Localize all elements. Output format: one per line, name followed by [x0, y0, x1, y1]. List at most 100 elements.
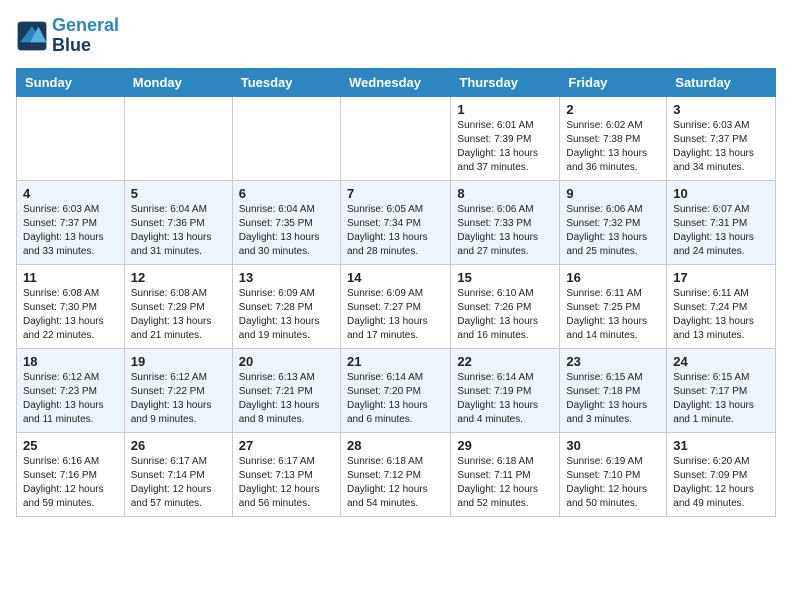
- logo-icon: [16, 20, 48, 52]
- calendar-cell: [340, 96, 450, 180]
- calendar-cell: 27Sunrise: 6:17 AM Sunset: 7:13 PM Dayli…: [232, 432, 340, 516]
- col-header-thursday: Thursday: [451, 68, 560, 96]
- day-number: 29: [457, 438, 553, 453]
- calendar-cell: 15 Sunrise: 6:10 AM Sunset: 7:26 PM Dayli…: [451, 264, 560, 348]
- calendar-cell: 26Sunrise: 6:17 AM Sunset: 7:14 PM Dayli…: [124, 432, 232, 516]
- day-info: Sunrise: 6:14 AM Sunset: 7:19 PM Dayligh…: [457, 371, 553, 427]
- calendar-cell: 31 Sunrise: 6:20 AM Sunset: 7:09 PM Dayli…: [667, 432, 776, 516]
- logo: General Blue: [16, 16, 119, 56]
- calendar-cell: 21 Sunrise: 6:14 AM Sunset: 7:20 PM Dayli…: [340, 348, 450, 432]
- page-header: General Blue: [16, 16, 776, 56]
- day-info: Sunrise: 6:18 AM Sunset: 7:12 PM Dayligh…: [347, 455, 444, 511]
- day-info: Sunrise: 6:06 AM Sunset: 7:33 PM Dayligh…: [457, 203, 553, 259]
- day-number: 16: [566, 270, 660, 285]
- calendar-week-5: 25 Sunrise: 6:16 AM Sunset: 7:16 PM Dayli…: [17, 432, 776, 516]
- calendar-cell: 17 Sunrise: 6:11 AM Sunset: 7:24 PM Dayli…: [667, 264, 776, 348]
- day-number: 6: [239, 186, 334, 201]
- calendar-week-2: 4 Sunrise: 6:03 AM Sunset: 7:37 PM Daylig…: [17, 180, 776, 264]
- calendar-cell: 20 Sunrise: 6:13 AM Sunset: 7:21 PM Dayli…: [232, 348, 340, 432]
- calendar-cell: 4 Sunrise: 6:03 AM Sunset: 7:37 PM Daylig…: [17, 180, 125, 264]
- calendar-cell: 24 Sunrise: 6:15 AM Sunset: 7:17 PM Dayli…: [667, 348, 776, 432]
- day-number: 10: [673, 186, 769, 201]
- day-number: 30: [566, 438, 660, 453]
- day-number: 12: [131, 270, 226, 285]
- calendar-cell: 9 Sunrise: 6:06 AM Sunset: 7:32 PM Daylig…: [560, 180, 667, 264]
- day-info: Sunrise: 6:16 AM Sunset: 7:16 PM Dayligh…: [23, 455, 118, 511]
- day-info: Sunrise: 6:20 AM Sunset: 7:09 PM Dayligh…: [673, 455, 769, 511]
- day-number: 7: [347, 186, 444, 201]
- day-info: Sunrise: 6:10 AM Sunset: 7:26 PM Dayligh…: [457, 287, 553, 343]
- calendar-cell: 2 Sunrise: 6:02 AM Sunset: 7:38 PM Daylig…: [560, 96, 667, 180]
- calendar-cell: [17, 96, 125, 180]
- day-number: 13: [239, 270, 334, 285]
- col-header-saturday: Saturday: [667, 68, 776, 96]
- day-info: Sunrise: 6:12 AM Sunset: 7:23 PM Dayligh…: [23, 371, 118, 427]
- day-number: 14: [347, 270, 444, 285]
- day-info: Sunrise: 6:04 AM Sunset: 7:35 PM Dayligh…: [239, 203, 334, 259]
- day-info: Sunrise: 6:13 AM Sunset: 7:21 PM Dayligh…: [239, 371, 334, 427]
- day-number: 19: [131, 354, 226, 369]
- day-info: Sunrise: 6:09 AM Sunset: 7:28 PM Dayligh…: [239, 287, 334, 343]
- day-info: Sunrise: 6:11 AM Sunset: 7:25 PM Dayligh…: [566, 287, 660, 343]
- day-info: Sunrise: 6:06 AM Sunset: 7:32 PM Dayligh…: [566, 203, 660, 259]
- day-info: Sunrise: 6:02 AM Sunset: 7:38 PM Dayligh…: [566, 119, 660, 175]
- calendar-week-3: 11Sunrise: 6:08 AM Sunset: 7:30 PM Dayli…: [17, 264, 776, 348]
- day-number: 25: [23, 438, 118, 453]
- day-info: Sunrise: 6:14 AM Sunset: 7:20 PM Dayligh…: [347, 371, 444, 427]
- day-info: Sunrise: 6:15 AM Sunset: 7:17 PM Dayligh…: [673, 371, 769, 427]
- col-header-tuesday: Tuesday: [232, 68, 340, 96]
- day-number: 21: [347, 354, 444, 369]
- day-info: Sunrise: 6:08 AM Sunset: 7:30 PM Dayligh…: [23, 287, 118, 343]
- day-info: Sunrise: 6:17 AM Sunset: 7:14 PM Dayligh…: [131, 455, 226, 511]
- calendar-cell: [232, 96, 340, 180]
- calendar-cell: 23Sunrise: 6:15 AM Sunset: 7:18 PM Dayli…: [560, 348, 667, 432]
- day-number: 5: [131, 186, 226, 201]
- col-header-monday: Monday: [124, 68, 232, 96]
- day-info: Sunrise: 6:03 AM Sunset: 7:37 PM Dayligh…: [673, 119, 769, 175]
- col-header-wednesday: Wednesday: [340, 68, 450, 96]
- day-number: 8: [457, 186, 553, 201]
- calendar-header-row: SundayMondayTuesdayWednesdayThursdayFrid…: [17, 68, 776, 96]
- calendar-cell: 5 Sunrise: 6:04 AM Sunset: 7:36 PM Daylig…: [124, 180, 232, 264]
- calendar-cell: 22 Sunrise: 6:14 AM Sunset: 7:19 PM Dayli…: [451, 348, 560, 432]
- calendar-cell: 1 Sunrise: 6:01 AM Sunset: 7:39 PM Daylig…: [451, 96, 560, 180]
- day-number: 15: [457, 270, 553, 285]
- day-number: 4: [23, 186, 118, 201]
- day-info: Sunrise: 6:01 AM Sunset: 7:39 PM Dayligh…: [457, 119, 553, 175]
- day-number: 1: [457, 102, 553, 117]
- calendar-week-4: 18 Sunrise: 6:12 AM Sunset: 7:23 PM Dayli…: [17, 348, 776, 432]
- calendar-cell: 7 Sunrise: 6:05 AM Sunset: 7:34 PM Daylig…: [340, 180, 450, 264]
- day-number: 20: [239, 354, 334, 369]
- day-number: 23: [566, 354, 660, 369]
- day-info: Sunrise: 6:12 AM Sunset: 7:22 PM Dayligh…: [131, 371, 226, 427]
- col-header-friday: Friday: [560, 68, 667, 96]
- day-info: Sunrise: 6:19 AM Sunset: 7:10 PM Dayligh…: [566, 455, 660, 511]
- day-info: Sunrise: 6:04 AM Sunset: 7:36 PM Dayligh…: [131, 203, 226, 259]
- day-number: 27: [239, 438, 334, 453]
- calendar-table: SundayMondayTuesdayWednesdayThursdayFrid…: [16, 68, 776, 517]
- calendar-cell: 16 Sunrise: 6:11 AM Sunset: 7:25 PM Dayli…: [560, 264, 667, 348]
- day-number: 22: [457, 354, 553, 369]
- calendar-cell: 29 Sunrise: 6:18 AM Sunset: 7:11 PM Dayli…: [451, 432, 560, 516]
- day-info: Sunrise: 6:18 AM Sunset: 7:11 PM Dayligh…: [457, 455, 553, 511]
- calendar-cell: 11Sunrise: 6:08 AM Sunset: 7:30 PM Dayli…: [17, 264, 125, 348]
- day-info: Sunrise: 6:08 AM Sunset: 7:29 PM Dayligh…: [131, 287, 226, 343]
- calendar-cell: [124, 96, 232, 180]
- day-info: Sunrise: 6:05 AM Sunset: 7:34 PM Dayligh…: [347, 203, 444, 259]
- col-header-sunday: Sunday: [17, 68, 125, 96]
- day-number: 31: [673, 438, 769, 453]
- calendar-cell: 25 Sunrise: 6:16 AM Sunset: 7:16 PM Dayli…: [17, 432, 125, 516]
- day-info: Sunrise: 6:03 AM Sunset: 7:37 PM Dayligh…: [23, 203, 118, 259]
- calendar-cell: 19 Sunrise: 6:12 AM Sunset: 7:22 PM Dayli…: [124, 348, 232, 432]
- day-number: 28: [347, 438, 444, 453]
- day-number: 17: [673, 270, 769, 285]
- day-number: 18: [23, 354, 118, 369]
- calendar-cell: 8 Sunrise: 6:06 AM Sunset: 7:33 PM Daylig…: [451, 180, 560, 264]
- day-number: 24: [673, 354, 769, 369]
- day-number: 2: [566, 102, 660, 117]
- day-info: Sunrise: 6:07 AM Sunset: 7:31 PM Dayligh…: [673, 203, 769, 259]
- day-number: 9: [566, 186, 660, 201]
- calendar-cell: 30 Sunrise: 6:19 AM Sunset: 7:10 PM Dayli…: [560, 432, 667, 516]
- calendar-cell: 6 Sunrise: 6:04 AM Sunset: 7:35 PM Daylig…: [232, 180, 340, 264]
- day-info: Sunrise: 6:11 AM Sunset: 7:24 PM Dayligh…: [673, 287, 769, 343]
